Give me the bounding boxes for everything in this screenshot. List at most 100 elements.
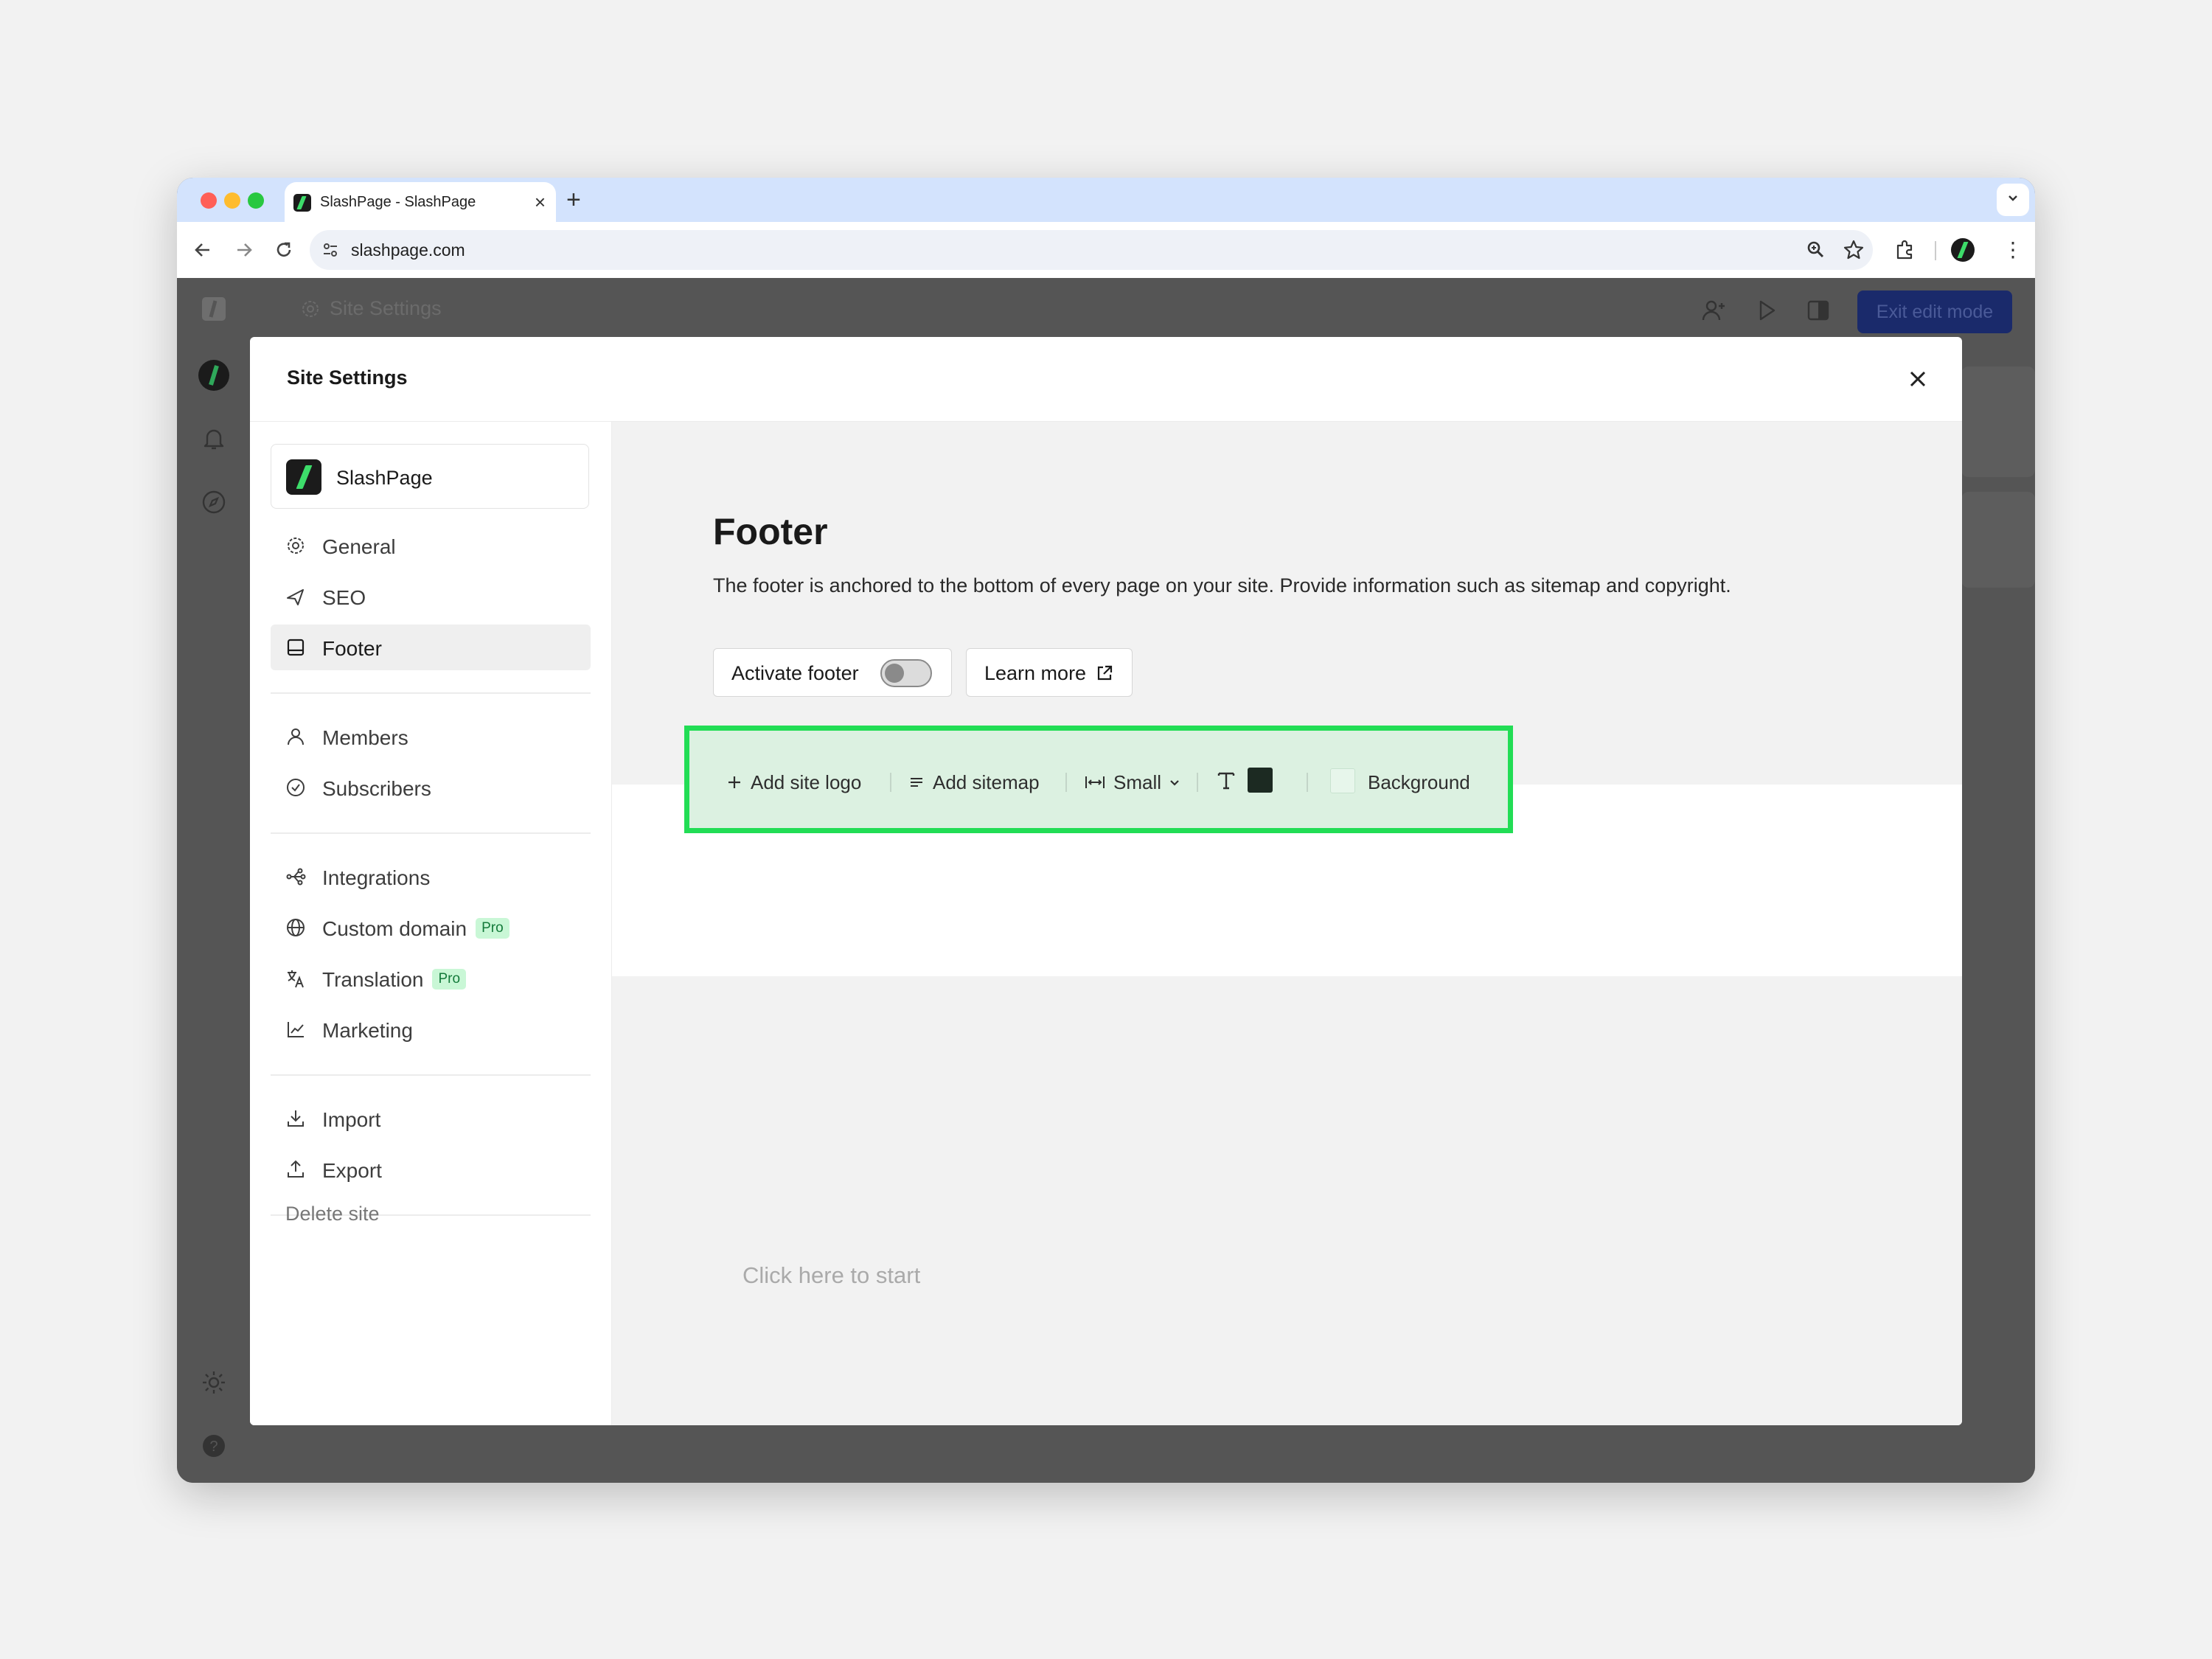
url-text: slashpage.com [351,240,465,260]
sidebar-toggle-icon[interactable] [1805,297,1832,324]
browser-tab[interactable]: SlashPage - SlashPage × [285,182,556,222]
lines-icon [911,778,922,787]
back-arrow-icon[interactable] [189,236,217,264]
forward-arrow-icon[interactable] [230,236,258,264]
modal-title: Site Settings [287,366,408,389]
new-tab-button[interactable]: + [566,184,581,216]
tab-close-icon[interactable]: × [535,190,546,214]
help-icon[interactable]: ? [201,1433,227,1459]
external-link-icon [1097,665,1113,681]
text-color-icon[interactable] [1214,768,1238,792]
upload-icon [288,1160,304,1178]
width-icon [1085,776,1105,788]
sidebar-item-label: Subscribers [322,777,431,800]
add-member-icon[interactable] [1700,297,1727,324]
site-settings-modal: Site Settings SlashPage General SEO Foot… [250,337,1962,1425]
zoom-magnifier-icon[interactable] [1804,238,1828,262]
profile-avatar[interactable] [1951,238,1975,262]
globe-icon [287,919,305,936]
gear-icon [288,538,304,554]
toggle-knob [885,664,904,683]
size-dropdown[interactable]: Small [1084,770,1182,795]
translate-icon [288,970,304,988]
sidebar-divider [271,692,591,694]
play-preview-icon[interactable] [1753,297,1780,324]
check-circle-icon [287,779,305,796]
site-card[interactable]: SlashPage [271,444,589,509]
extensions-puzzle-icon[interactable] [1893,238,1917,262]
add-sitemap-button[interactable]: Add sitemap [908,770,1040,795]
sidebar-item-import[interactable]: Import [271,1096,591,1141]
footer-placeholder[interactable]: Click here to start [742,1262,920,1289]
add-site-logo-button[interactable]: Add site logo [726,770,861,795]
text-color-swatch[interactable] [1248,768,1273,793]
plus-icon [728,776,740,788]
exit-edit-mode-button[interactable]: Exit edit mode [1857,291,2012,333]
bell-icon[interactable] [201,425,227,452]
sidebar-item-seo[interactable]: SEO [271,574,591,619]
delete-site-link[interactable]: Delete site [285,1203,380,1225]
background-panel [1961,492,2035,588]
activate-footer-control[interactable]: Activate footer [713,648,952,697]
toolbar-divider [1307,773,1308,792]
sidebar-item-translation[interactable]: Translation Pro [271,956,591,1001]
compass-icon[interactable] [201,489,227,515]
activate-footer-toggle[interactable] [880,659,932,687]
site-info-icon[interactable] [321,241,339,259]
slashpage-favicon-icon [293,194,311,212]
sidebar-divider [271,832,591,834]
tab-bar: SlashPage - SlashPage × + [177,178,2035,222]
learn-more-label: Learn more [984,662,1087,684]
minimize-window-button[interactable] [224,192,240,209]
toolbar-divider [1197,773,1198,792]
sidebar-item-subscribers[interactable]: Subscribers [271,765,591,810]
pro-badge: Pro [476,917,509,939]
slashpage-logo-icon[interactable] [201,296,227,322]
zoom-window-button[interactable] [248,192,264,209]
toolbar-divider [1065,773,1067,792]
sidebar-item-custom-domain[interactable]: Custom domain Pro [271,905,591,950]
sidebar-divider [271,1074,591,1076]
sidebar-item-label: Custom domain Pro [322,917,509,941]
gear-icon [302,300,319,317]
svg-text:?: ? [209,1439,218,1455]
chevron-down-icon [1170,780,1179,786]
tab-title: SlashPage - SlashPage [320,194,476,210]
app-topbar-title: Site Settings [300,297,442,320]
background-color-swatch[interactable] [1330,768,1355,793]
sidebar-item-label: Members [322,726,408,749]
modal-header: Site Settings [250,337,1962,422]
workspace-avatar[interactable] [198,359,230,392]
sidebar-item-label: SEO [322,586,366,609]
sidebar-item-members[interactable]: Members [271,714,591,759]
sidebar-item-footer[interactable]: Footer [271,625,591,670]
left-rail: ? [177,278,251,1483]
reload-icon[interactable] [270,236,298,264]
sidebar-item-label: Translation Pro [322,968,467,992]
background-panel [1961,366,2035,477]
footer-description: The footer is anchored to the bottom of … [713,574,1731,597]
sidebar-item-label: Integrations [322,866,431,889]
toolbar-divider [1935,241,1936,260]
settings-sidebar: SlashPage General SEO Footer Members Sub… [250,422,612,1425]
send-icon [287,589,304,605]
bookmark-star-icon[interactable] [1842,238,1865,262]
chart-line-icon [288,1022,304,1037]
site-logo-icon [286,459,321,495]
download-icon [288,1110,304,1127]
tab-search-chevron-icon[interactable] [1997,184,2029,216]
url-field[interactable]: slashpage.com [310,230,1873,270]
close-icon[interactable] [1903,364,1933,394]
app-area: ? Site Settings Exit edit mode Site Sett… [177,278,2035,1483]
toolbar-divider [890,773,891,792]
background-button[interactable]: Background [1368,770,1470,795]
sidebar-item-marketing[interactable]: Marketing [271,1006,591,1052]
sidebar-item-integrations[interactable]: Integrations [271,854,591,900]
browser-menu-icon[interactable]: ⋮ [2003,238,2023,262]
sidebar-item-general[interactable]: General [271,523,591,568]
close-window-button[interactable] [201,192,217,209]
address-bar: slashpage.com ⋮ [177,222,2035,279]
learn-more-button[interactable]: Learn more [966,648,1133,697]
sun-theme-icon[interactable] [201,1369,227,1396]
sidebar-item-export[interactable]: Export [271,1147,591,1192]
